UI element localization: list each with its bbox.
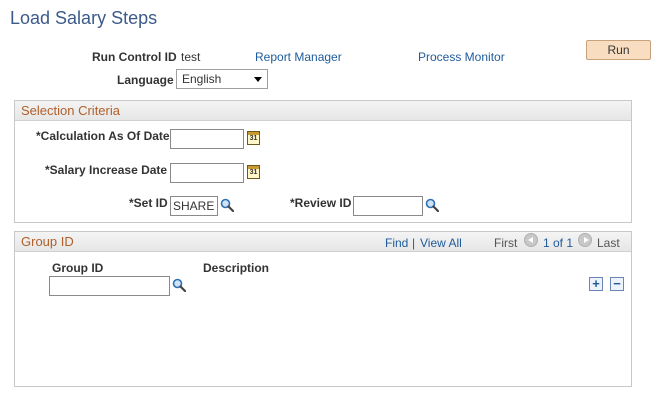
first-label: First (494, 236, 518, 250)
col-description: Description (203, 261, 270, 275)
magnifier-icon[interactable] (425, 198, 439, 212)
calc-date-input[interactable] (170, 129, 244, 149)
review-id-input[interactable] (353, 196, 423, 216)
process-monitor-link[interactable]: Process Monitor (418, 50, 505, 64)
run-button[interactable]: Run (586, 40, 651, 60)
group-id-title: Group ID (21, 234, 74, 249)
salary-date-input[interactable] (170, 163, 244, 183)
add-row-button[interactable]: + (589, 277, 603, 291)
group-id-input[interactable] (49, 276, 170, 296)
calendar-icon[interactable]: 31 (247, 131, 260, 145)
find-link[interactable]: Find (385, 236, 408, 250)
salary-date-label: *Salary Increase Date (45, 163, 168, 177)
run-control-value: test (181, 50, 201, 64)
set-id-label: *Set ID (129, 196, 168, 210)
magnifier-icon[interactable] (220, 198, 234, 212)
language-select[interactable]: English (176, 69, 268, 89)
arrow-left-icon[interactable] (524, 233, 538, 247)
calendar-icon[interactable]: 31 (247, 165, 260, 179)
set-id-input[interactable] (170, 196, 218, 216)
language-label: Language (117, 73, 174, 87)
selection-criteria-title: Selection Criteria (21, 103, 120, 118)
delete-row-button[interactable]: − (610, 277, 624, 291)
chevron-down-icon (254, 77, 262, 82)
view-all-link[interactable]: View All (420, 236, 462, 250)
col-group-id: Group ID (52, 261, 104, 275)
last-label: Last (597, 236, 620, 250)
review-id-label: *Review ID (290, 196, 352, 210)
magnifier-icon[interactable] (172, 278, 186, 292)
group-id-panel: Group ID (14, 231, 632, 387)
calc-date-label: *Calculation As Of Date (36, 129, 170, 143)
arrow-right-icon[interactable] (578, 233, 592, 247)
page-title: Load Salary Steps (10, 8, 158, 28)
run-control-label: Run Control ID (92, 50, 177, 64)
language-value: English (182, 72, 222, 86)
separator: | (412, 236, 416, 250)
group-id-header: Group ID (15, 232, 631, 252)
pager-text: 1 of 1 (543, 236, 574, 250)
selection-criteria-header: Selection Criteria (15, 101, 631, 121)
report-manager-link[interactable]: Report Manager (255, 50, 342, 64)
